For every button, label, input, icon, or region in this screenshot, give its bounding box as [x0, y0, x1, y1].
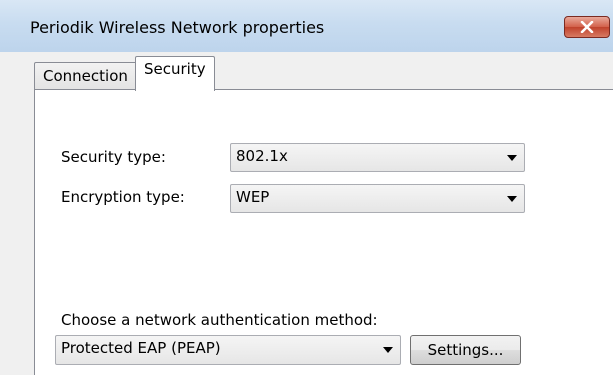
window-title: Periodik Wireless Network properties [30, 18, 325, 37]
chevron-down-icon [507, 154, 517, 161]
close-button[interactable] [564, 16, 610, 38]
security-panel: Security type: 802.1x Encryption type: W… [34, 89, 613, 375]
encryption-type-label: Encryption type: [61, 188, 185, 206]
auth-method-dropdown[interactable]: Protected EAP (PEAP) [55, 335, 401, 365]
chevron-down-icon [507, 195, 517, 202]
auth-method-value: Protected EAP (PEAP) [61, 339, 221, 357]
auth-method-label: Choose a network authentication method: [61, 311, 378, 329]
chevron-down-icon [383, 347, 393, 353]
security-type-dropdown[interactable]: 802.1x [230, 143, 525, 172]
close-x-icon [580, 21, 594, 33]
security-type-label: Security type: [61, 148, 166, 166]
encryption-type-dropdown[interactable]: WEP [230, 184, 525, 213]
title-bar[interactable]: Periodik Wireless Network properties [0, 0, 613, 52]
tab-connection[interactable]: Connection [34, 62, 137, 90]
properties-dialog: Periodik Wireless Network properties Con… [0, 0, 613, 375]
tab-security[interactable]: Security [135, 56, 215, 91]
security-type-value: 802.1x [236, 147, 288, 165]
encryption-type-value: WEP [236, 188, 270, 206]
settings-button[interactable]: Settings... [410, 335, 521, 365]
